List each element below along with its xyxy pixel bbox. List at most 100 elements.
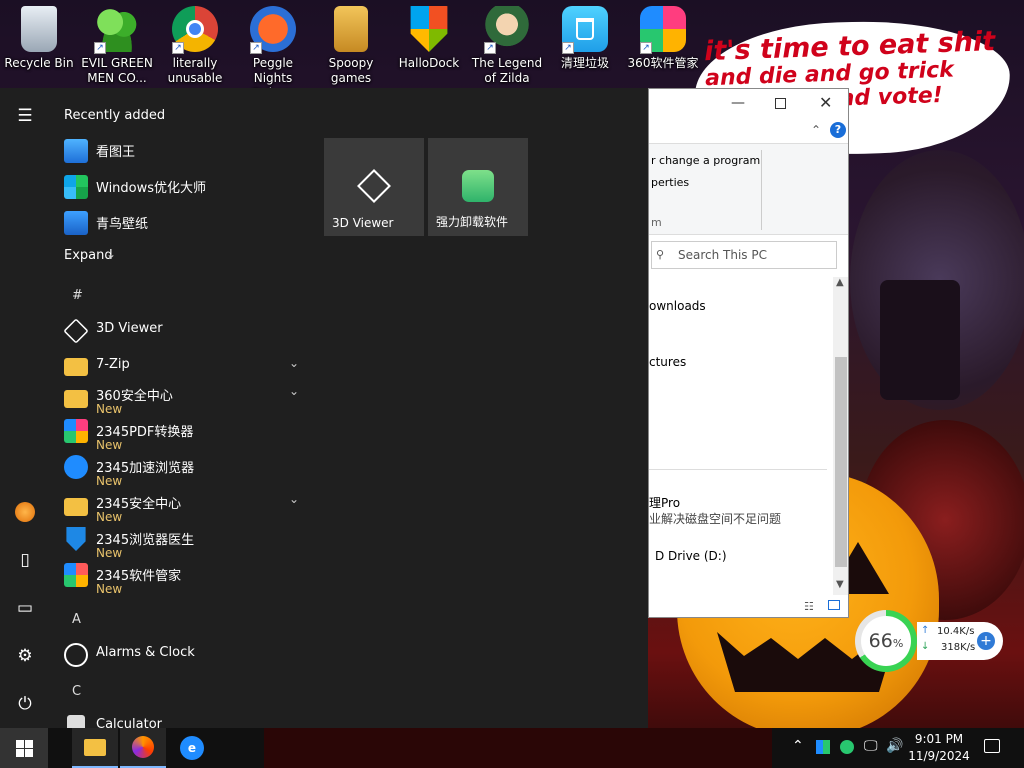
app-windows-optimizer[interactable]: Windows优化大师 xyxy=(64,172,304,208)
drive-d[interactable]: D Drive (D:) xyxy=(655,549,727,563)
app-qingniao-wallpaper[interactable]: 青鸟壁纸 xyxy=(64,208,304,244)
peggle-icon: ↗ xyxy=(250,6,296,54)
add-icon[interactable]: + xyxy=(977,632,995,650)
folder-icon xyxy=(64,358,88,376)
desktop-icon-spoopy-games[interactable]: Spoopy games xyxy=(312,4,390,88)
search-input[interactable]: Search This PC xyxy=(678,248,767,262)
nav-item-downloads[interactable]: ownloads xyxy=(649,299,706,313)
start-rail: ☰ ▯ ▭ ⚙ ⏻ xyxy=(0,88,50,728)
power-icon[interactable]: ⏻ xyxy=(0,684,50,724)
chevron-down-icon[interactable]: ⌄ xyxy=(289,492,299,506)
desktop-icon-chrome[interactable]: ↗ literally unusable xyxy=(156,4,234,88)
clock[interactable]: 9:01 PM 11/9/2024 xyxy=(908,731,970,765)
shortcut-arrow-icon: ↗ xyxy=(172,42,184,54)
cube-icon xyxy=(63,318,89,344)
app-2345-pdf[interactable]: 2345PDF转换器 New xyxy=(64,416,304,452)
app-2345-software-manager[interactable]: 2345软件管家 New xyxy=(64,560,304,596)
shield-icon xyxy=(410,6,448,52)
folder-icon xyxy=(64,390,88,408)
app-3d-viewer[interactable]: 3D Viewer xyxy=(63,316,304,352)
taskbar-file-explorer[interactable] xyxy=(72,728,118,768)
start-button[interactable] xyxy=(0,728,48,768)
folder-icon xyxy=(84,739,106,756)
chevron-up-icon[interactable]: ⌃ xyxy=(811,123,821,137)
app-kantuwang[interactable]: 看图王 xyxy=(64,136,304,172)
chevron-down-icon[interactable]: ⌄ xyxy=(289,384,299,398)
scroll-up-arrow-icon[interactable]: ▲ xyxy=(836,277,844,288)
expand-button[interactable]: Expand ⌄ xyxy=(64,246,304,268)
download-speed: 318K/s xyxy=(941,642,976,653)
scrollbar-thumb[interactable] xyxy=(835,357,847,567)
details-view-icon[interactable]: ☷ xyxy=(804,600,814,613)
pictures-icon[interactable]: ▭ xyxy=(0,588,50,628)
window-controls: — ✕ xyxy=(649,89,848,119)
colorful-cube-icon: ↗ xyxy=(640,6,686,54)
chevron-down-icon: ⌄ xyxy=(106,247,117,261)
desktop-icon-legend-of-zilda[interactable]: ↗ The Legend of Zilda xyxy=(468,4,546,88)
letter-header-a[interactable]: A xyxy=(72,612,81,627)
network-speed-widget[interactable]: 66% ↑ 10.4K/s ↓ 318K/s + xyxy=(855,610,1003,672)
large-icons-view-icon[interactable] xyxy=(828,600,840,610)
memory-usage-ring[interactable]: 66% xyxy=(855,610,917,672)
maximize-button[interactable] xyxy=(775,98,786,109)
recently-added-header: Recently added xyxy=(64,108,166,123)
clock-time: 9:01 PM xyxy=(914,732,964,746)
app-calculator[interactable]: Calculator xyxy=(64,712,304,728)
tray-security-icon[interactable] xyxy=(840,740,854,754)
settings-gear-icon[interactable]: ⚙ xyxy=(0,636,50,676)
user-avatar-icon[interactable] xyxy=(0,492,50,532)
desktop-icon-360-manager[interactable]: ↗ 360软件管家 xyxy=(624,4,702,88)
volume-icon[interactable]: 🔊 xyxy=(886,738,903,754)
notification-icon[interactable] xyxy=(984,739,1000,753)
trash-icon: ↗ xyxy=(562,6,608,54)
taskbar-background xyxy=(264,728,772,768)
search-box[interactable]: ⚲ Search This PC xyxy=(651,241,837,269)
minimize-button[interactable]: — xyxy=(731,95,745,111)
documents-icon[interactable]: ▯ xyxy=(0,540,50,580)
nav-item-pictures[interactable]: ctures xyxy=(649,355,686,369)
shortcut-arrow-icon: ↗ xyxy=(484,42,496,54)
hamburger-menu-icon[interactable]: ☰ xyxy=(0,96,50,136)
drive-pro-name[interactable]: 理Pro xyxy=(649,494,680,511)
letter-header-hash[interactable]: # xyxy=(72,288,83,303)
taskbar: e ⌃ 🖵 🔊 9:01 PM 11/9/2024 xyxy=(0,728,1024,768)
tray-app-icon[interactable] xyxy=(816,740,830,754)
close-button[interactable]: ✕ xyxy=(819,93,832,112)
desktop-icon-cleaner[interactable]: ↗ 清理垃圾 xyxy=(546,4,624,88)
pdf-icon xyxy=(64,419,88,443)
chevron-up-icon[interactable]: ⌃ xyxy=(792,738,804,754)
app-alarms-clock[interactable]: Alarms & Clock xyxy=(64,640,304,676)
tile-3d-viewer[interactable]: 3D Viewer xyxy=(324,138,424,236)
desktop-icon-hallodock[interactable]: HalloDock xyxy=(390,4,468,88)
taskbar-edge[interactable]: e xyxy=(168,728,214,768)
chrome-icon: ↗ xyxy=(172,6,218,54)
windows-logo-icon xyxy=(15,739,33,757)
app-2345-browser[interactable]: 2345加速浏览器 New xyxy=(64,452,304,488)
firefox-icon xyxy=(132,736,154,758)
scroll-down-arrow-icon[interactable]: ▼ xyxy=(836,579,844,590)
app-2345-security-folder[interactable]: 2345安全中心 New ⌄ xyxy=(64,488,304,524)
tile-uninstaller[interactable]: 强力卸载软件 xyxy=(428,138,528,236)
scrollbar[interactable]: ▲ ▼ xyxy=(833,277,848,595)
ribbon-item-uninstall[interactable]: r change a program xyxy=(651,154,760,167)
taskbar-firefox[interactable] xyxy=(120,728,166,768)
ribbon-item-properties[interactable]: perties xyxy=(651,176,689,189)
desktop-icon-peggle[interactable]: ↗ Peggle Nights Deluxe xyxy=(234,4,312,100)
game-icon: ↗ xyxy=(484,6,530,54)
chevron-down-icon[interactable]: ⌄ xyxy=(289,356,299,370)
windows-logo-icon xyxy=(64,175,88,199)
upload-speed: 10.4K/s xyxy=(937,626,975,637)
help-icon[interactable]: ? xyxy=(830,122,846,138)
network-icon[interactable]: 🖵 xyxy=(864,738,878,754)
letter-header-c[interactable]: C xyxy=(72,684,81,699)
folder-icon xyxy=(64,498,88,516)
shortcut-arrow-icon: ↗ xyxy=(94,42,106,54)
app-2345-browser-doctor[interactable]: 2345浏览器医生 New xyxy=(64,524,304,560)
upload-arrow-icon: ↑ xyxy=(921,625,930,636)
file-explorer-window[interactable]: — ✕ ⌃ ? r change a program perties m ⚲ S… xyxy=(648,88,849,618)
desktop-icon-recycle-bin[interactable]: Recycle Bin xyxy=(0,4,78,88)
desktop-icon-evil-green-men[interactable]: ↗ EVIL GREEN MEN CO... xyxy=(78,4,156,88)
shortcut-arrow-icon: ↗ xyxy=(562,42,574,54)
browser-icon xyxy=(64,455,88,479)
app-360-security-folder[interactable]: 360安全中心 New ⌄ xyxy=(64,380,304,416)
